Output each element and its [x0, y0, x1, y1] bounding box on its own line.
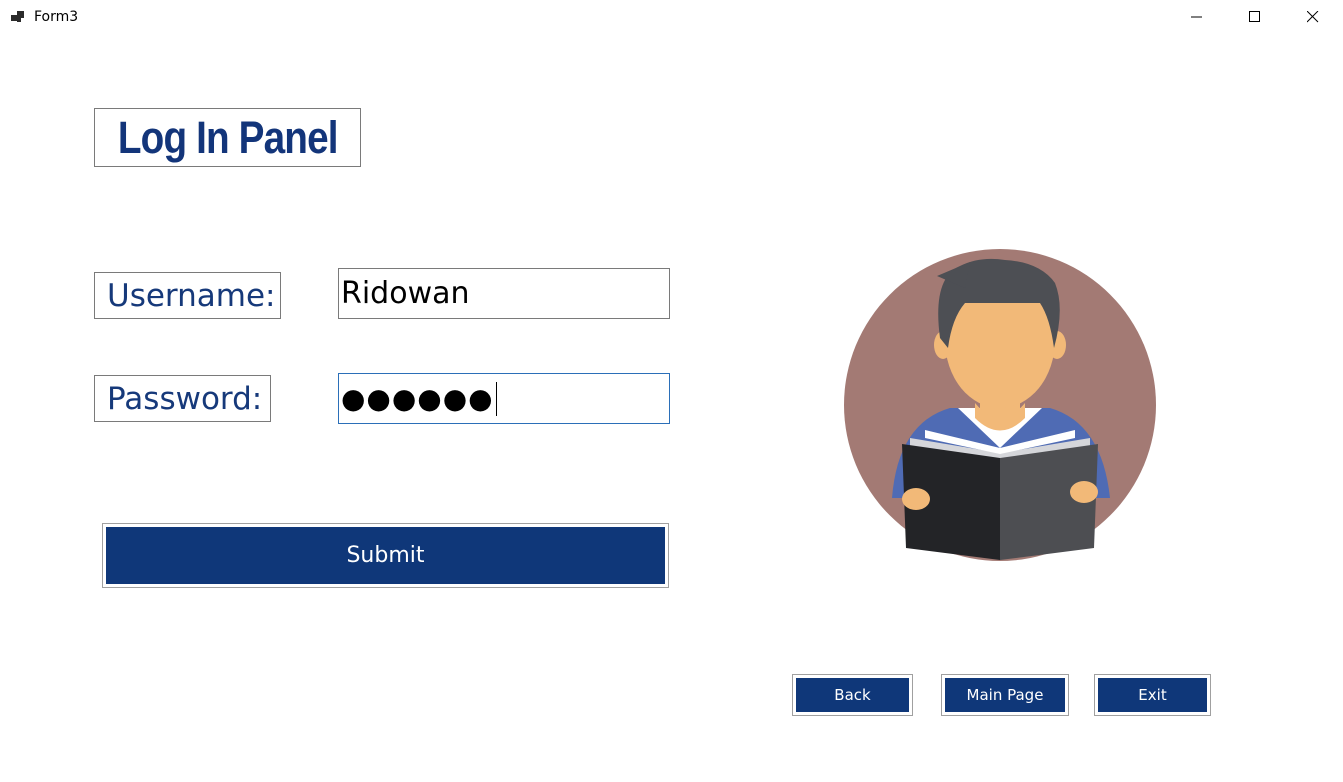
maximize-button[interactable]	[1232, 0, 1278, 34]
back-button[interactable]: Back	[792, 674, 913, 716]
exit-button-label: Exit	[1098, 678, 1207, 712]
password-field[interactable]: ●●●●●●	[338, 373, 670, 424]
maximize-icon	[1249, 11, 1260, 22]
close-button[interactable]	[1290, 0, 1336, 34]
minimize-button[interactable]	[1174, 0, 1220, 34]
close-icon	[1307, 11, 1319, 23]
submit-button-label: Submit	[106, 527, 665, 584]
window-title: Form3	[34, 9, 79, 25]
password-label: Password:	[94, 375, 271, 422]
person-reading-book-icon	[844, 249, 1156, 561]
text-caret	[495, 381, 497, 416]
main-page-button[interactable]: Main Page	[941, 674, 1069, 716]
username-value: Ridowan	[341, 276, 470, 311]
login-window: Form3 Log In Panel Username: Ridowan Pas…	[0, 0, 1343, 782]
minimize-icon	[1191, 16, 1202, 18]
page-title: Log In Panel	[117, 112, 339, 163]
submit-button[interactable]: Submit	[102, 523, 669, 588]
main-page-button-label: Main Page	[945, 678, 1065, 712]
password-masked-value: ●●●●●●	[341, 382, 494, 415]
app-icon	[11, 11, 24, 22]
page-heading: Log In Panel	[94, 108, 361, 167]
username-label: Username:	[94, 272, 281, 319]
exit-button[interactable]: Exit	[1094, 674, 1211, 716]
back-button-label: Back	[796, 678, 909, 712]
title-bar: Form3	[0, 0, 1343, 34]
username-field[interactable]: Ridowan	[338, 268, 670, 319]
